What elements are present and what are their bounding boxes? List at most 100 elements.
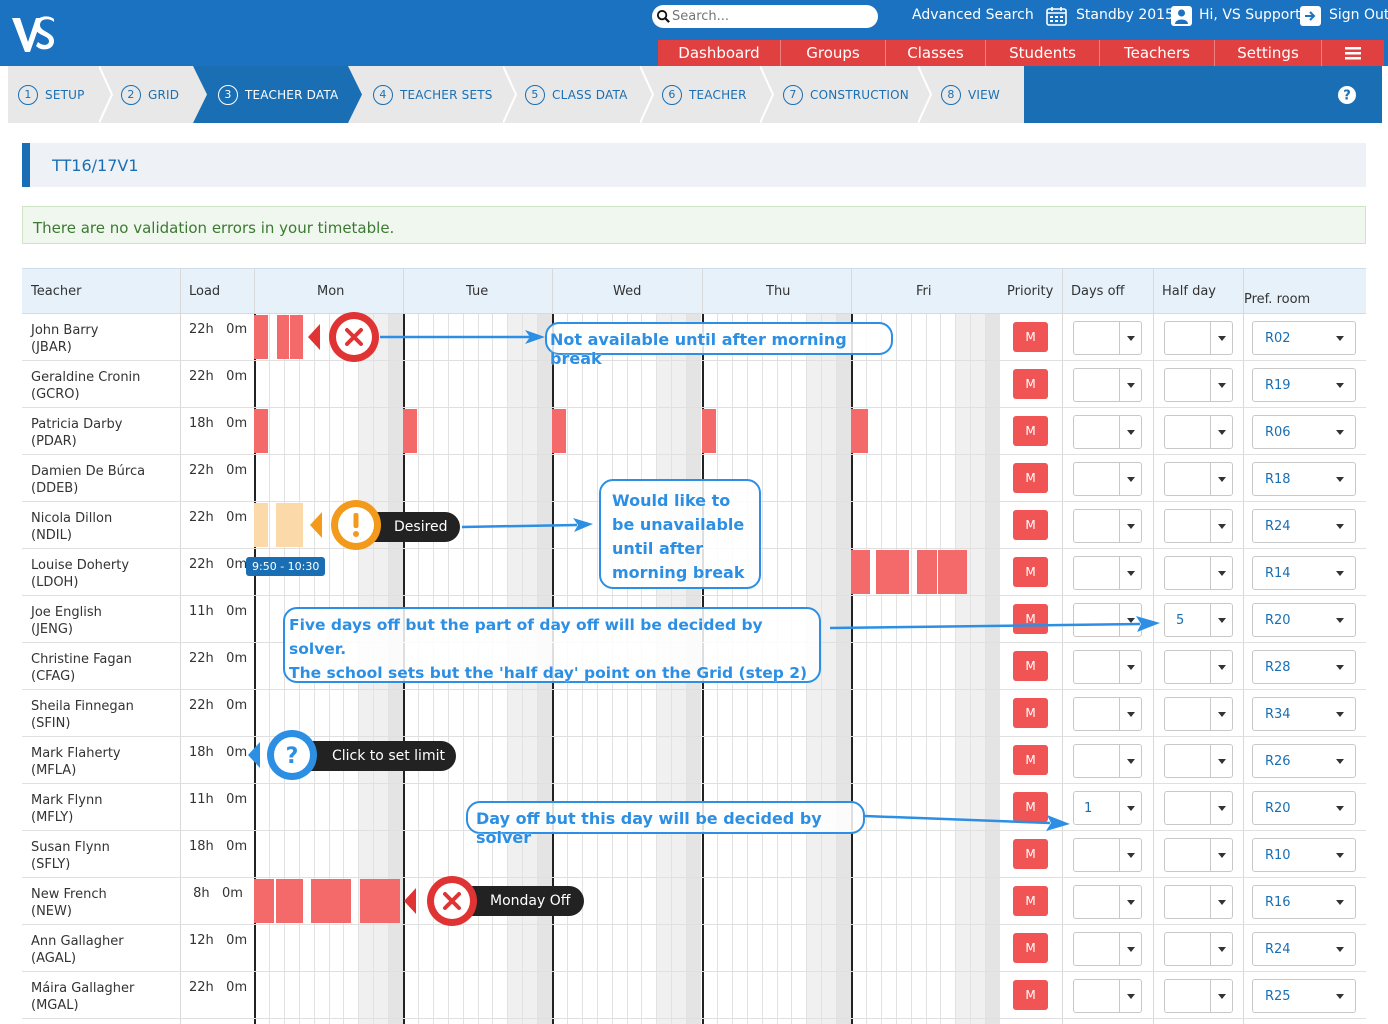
days-off-select[interactable]	[1073, 838, 1142, 872]
teacher-name[interactable]: Damien De Búrca (DDEB)	[31, 463, 145, 497]
days-off-select[interactable]	[1073, 979, 1142, 1013]
half-day-select[interactable]	[1164, 979, 1233, 1013]
days-off-select[interactable]	[1073, 650, 1142, 684]
teacher-name[interactable]: Geraldine Cronin (GCRO)	[31, 369, 140, 403]
pref-room-select[interactable]: R25	[1252, 979, 1356, 1013]
step-grid[interactable]: 2 GRID	[121, 66, 179, 123]
teacher-load[interactable]: 11h 0m	[189, 792, 247, 807]
half-day-select[interactable]	[1164, 791, 1233, 825]
half-day-select[interactable]	[1164, 697, 1233, 731]
priority-button[interactable]: M	[1013, 698, 1048, 728]
teacher-name[interactable]: John Barry (JBAR)	[31, 322, 98, 356]
teacher-name[interactable]: Patricia Darby (PDAR)	[31, 416, 122, 450]
half-day-select[interactable]	[1164, 415, 1233, 449]
teacher-name[interactable]: Máira Gallagher (MGAL)	[31, 980, 134, 1014]
teacher-load[interactable]: 22h 0m	[189, 463, 247, 478]
teacher-name[interactable]: Mark Flynn (MFLY)	[31, 792, 102, 826]
step-teacher[interactable]: 6 TEACHER	[662, 66, 747, 123]
days-off-select[interactable]	[1073, 415, 1142, 449]
teacher-load[interactable]: 22h 0m	[189, 698, 247, 713]
pref-room-select[interactable]: R20	[1252, 603, 1356, 637]
days-off-select[interactable]	[1073, 462, 1142, 496]
pref-room-select[interactable]: R14	[1252, 556, 1356, 590]
teacher-load[interactable]: 8h 0m	[189, 886, 243, 901]
pref-room-select[interactable]: R24	[1252, 509, 1356, 543]
pref-room-select[interactable]: R10	[1252, 838, 1356, 872]
teacher-name[interactable]: Ann Gallagher (AGAL)	[31, 933, 124, 967]
priority-button[interactable]: M	[1013, 745, 1048, 775]
step-setup[interactable]: 1 SETUP	[18, 66, 85, 123]
teacher-load[interactable]: 22h 0m	[189, 651, 247, 666]
pref-room-select[interactable]: R02	[1252, 321, 1356, 355]
nav-dashboard[interactable]: Dashboard	[658, 40, 781, 66]
half-day-select[interactable]	[1164, 932, 1233, 966]
step-construction[interactable]: 7 CONSTRUCTION	[783, 66, 909, 123]
days-off-select[interactable]	[1073, 932, 1142, 966]
teacher-load[interactable]: 22h 0m	[189, 557, 247, 572]
step-teacher-data[interactable]: 3 TEACHER DATA	[218, 66, 338, 123]
days-off-select[interactable]	[1073, 509, 1142, 543]
pref-room-select[interactable]: R19	[1252, 368, 1356, 402]
teacher-name[interactable]: Louise Doherty (LDOH)	[31, 557, 129, 591]
search-bar[interactable]	[652, 5, 878, 28]
priority-button[interactable]: M	[1013, 980, 1048, 1010]
pref-room-select[interactable]: R06	[1252, 415, 1356, 449]
priority-button[interactable]: M	[1013, 369, 1048, 399]
days-off-select[interactable]: 1	[1073, 791, 1142, 825]
advanced-search-link[interactable]: Advanced Search	[912, 7, 1034, 23]
teacher-load[interactable]: 12h 0m	[189, 933, 247, 948]
teacher-load[interactable]: 11h 0m	[189, 604, 247, 619]
pref-room-select[interactable]: R28	[1252, 650, 1356, 684]
days-off-select[interactable]	[1073, 321, 1142, 355]
step-view[interactable]: 8 VIEW	[941, 66, 1000, 123]
days-off-select[interactable]	[1073, 556, 1142, 590]
priority-button[interactable]: M	[1013, 322, 1048, 352]
nav-teachers[interactable]: Teachers	[1100, 40, 1215, 66]
pref-room-select[interactable]: R20	[1252, 791, 1356, 825]
priority-button[interactable]: M	[1013, 416, 1048, 446]
teacher-load[interactable]: 22h 0m	[189, 510, 247, 525]
days-off-select[interactable]	[1073, 368, 1142, 402]
half-day-select[interactable]	[1164, 509, 1233, 543]
priority-button[interactable]: M	[1013, 651, 1048, 681]
step-class-data[interactable]: 5 CLASS DATA	[525, 66, 628, 123]
nav-groups[interactable]: Groups	[781, 40, 886, 66]
teacher-load[interactable]: 18h 0m	[189, 839, 247, 854]
priority-button[interactable]: M	[1013, 839, 1048, 869]
days-off-select[interactable]	[1073, 885, 1142, 919]
teacher-load[interactable]: 22h 0m	[189, 980, 247, 995]
teacher-name[interactable]: Sheila Finnegan (SFIN)	[31, 698, 134, 732]
priority-button[interactable]: M	[1013, 886, 1048, 916]
nav-classes[interactable]: Classes	[886, 40, 986, 66]
half-day-select[interactable]: 5	[1164, 603, 1233, 637]
nav-settings[interactable]: Settings	[1215, 40, 1322, 66]
half-day-select[interactable]	[1164, 744, 1233, 778]
teacher-name[interactable]: Susan Flynn (SFLY)	[31, 839, 110, 873]
half-day-select[interactable]	[1164, 321, 1233, 355]
sign-out-link[interactable]: Sign Out	[1329, 7, 1388, 23]
priority-button[interactable]: M	[1013, 510, 1048, 540]
half-day-select[interactable]	[1164, 885, 1233, 919]
user-greeting[interactable]: Hi, VS Support	[1199, 7, 1301, 23]
search-input[interactable]	[672, 8, 872, 25]
half-day-select[interactable]	[1164, 838, 1233, 872]
teacher-load[interactable]: 18h 0m	[189, 745, 247, 760]
teacher-load[interactable]: 22h 0m	[189, 322, 247, 337]
priority-button[interactable]: M	[1013, 463, 1048, 493]
half-day-select[interactable]	[1164, 556, 1233, 590]
step-teacher-sets[interactable]: 4 TEACHER SETS	[373, 66, 493, 123]
teacher-name[interactable]: Nicola Dillon (NDIL)	[31, 510, 112, 544]
teacher-load[interactable]: 22h 0m	[189, 369, 247, 384]
days-off-select[interactable]	[1073, 744, 1142, 778]
menu-button[interactable]	[1322, 40, 1384, 66]
pref-room-select[interactable]: R34	[1252, 697, 1356, 731]
nav-students[interactable]: Students	[986, 40, 1100, 66]
half-day-select[interactable]	[1164, 462, 1233, 496]
priority-button[interactable]: M	[1013, 933, 1048, 963]
pref-room-select[interactable]: R18	[1252, 462, 1356, 496]
pref-room-select[interactable]: R26	[1252, 744, 1356, 778]
teacher-load[interactable]: 18h 0m	[189, 416, 247, 431]
standby-link[interactable]: Standby 2015	[1076, 7, 1174, 23]
pref-room-select[interactable]: R16	[1252, 885, 1356, 919]
half-day-select[interactable]	[1164, 368, 1233, 402]
